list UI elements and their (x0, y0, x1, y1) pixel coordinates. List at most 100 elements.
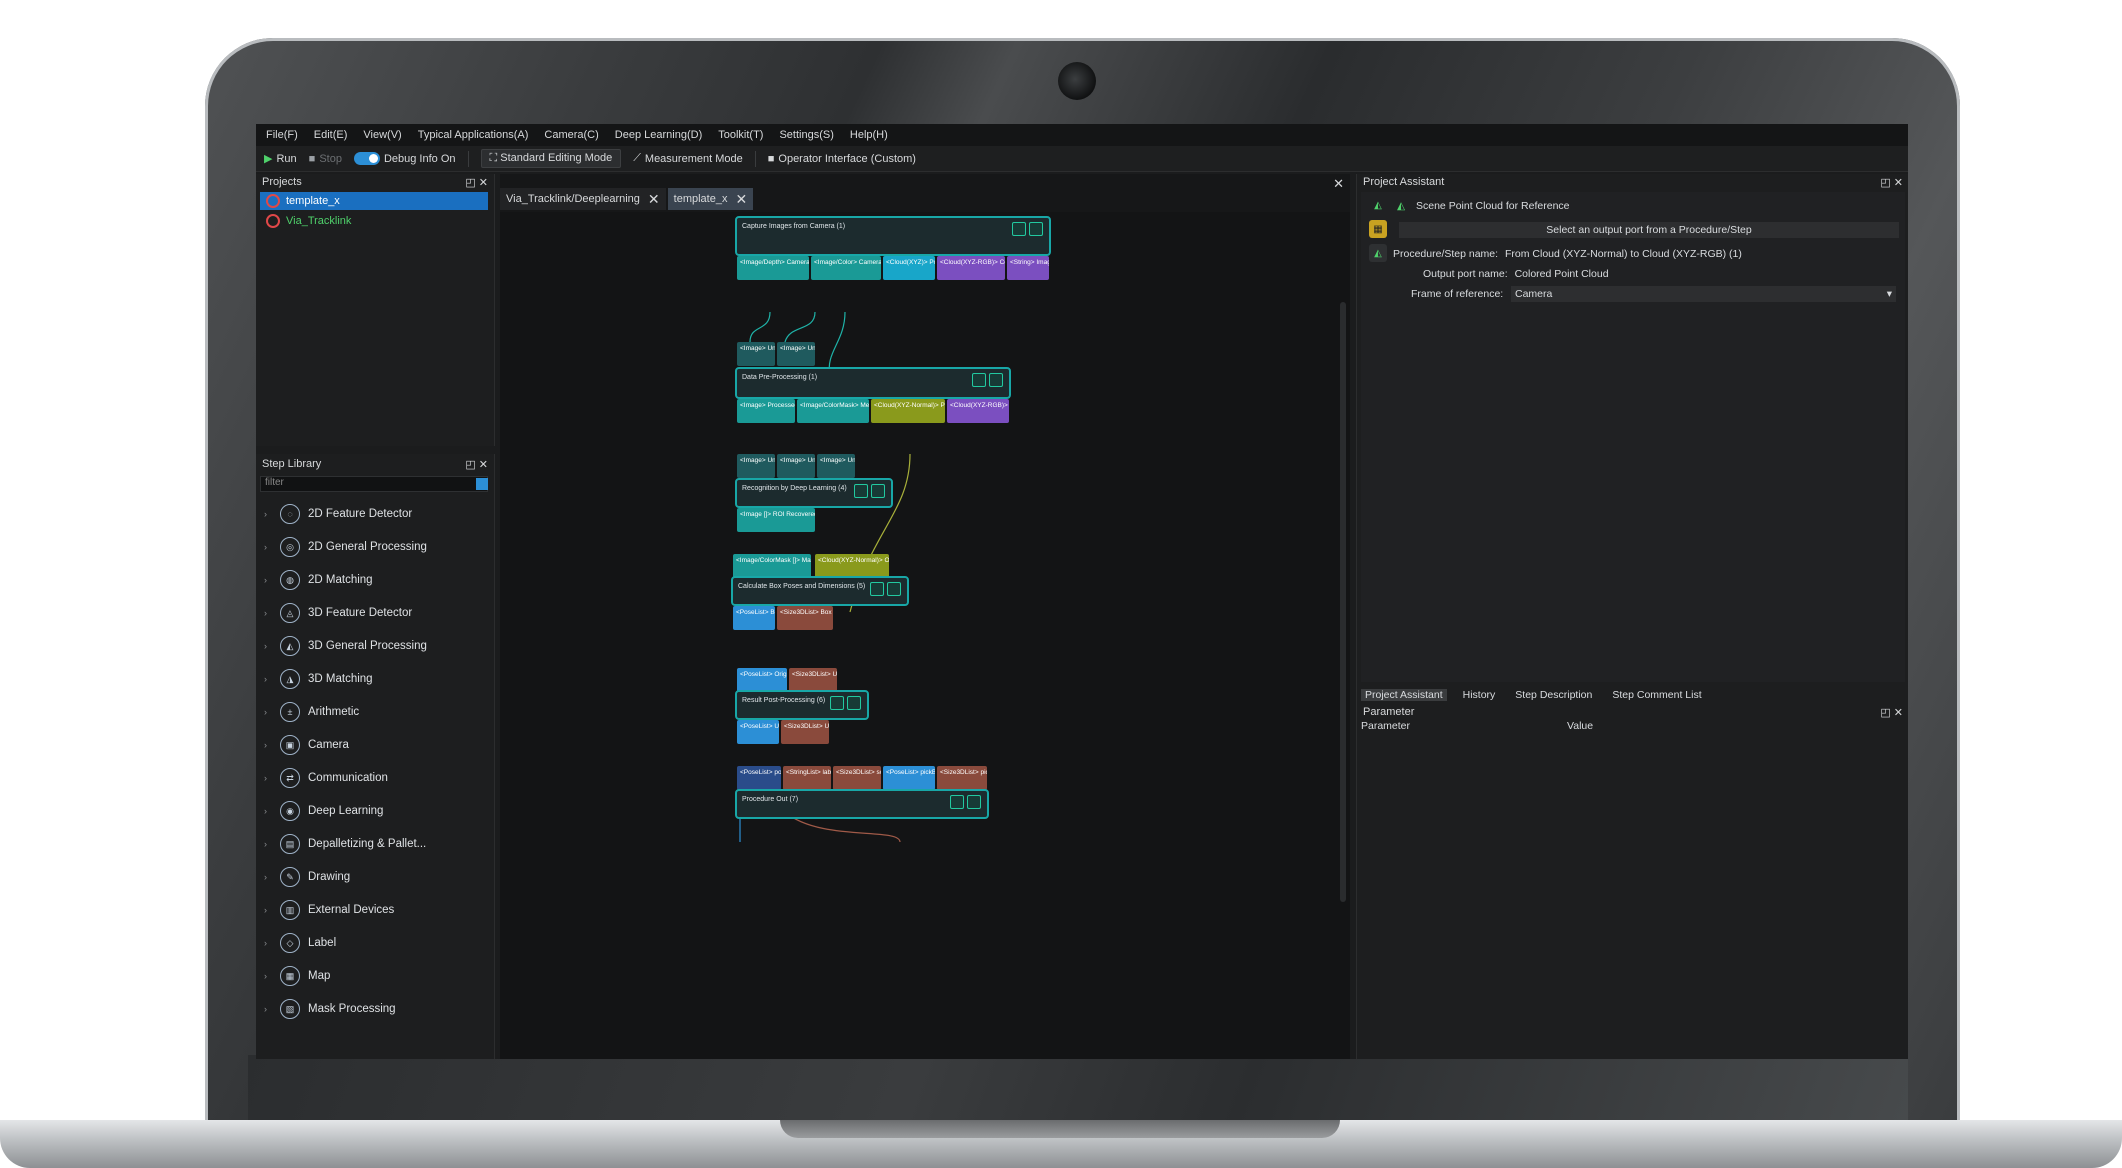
port-input-image[interactable]: <Image> Unnamed (777, 454, 815, 478)
project-item-template[interactable]: template_x (260, 192, 488, 210)
step-library-item[interactable]: › ± Arithmetic (264, 700, 359, 724)
step-icon[interactable]: ◭ (1369, 244, 1387, 262)
operator-interface-button[interactable]: ■ Operator Interface (Custom) (768, 153, 916, 165)
port-camera-color-image[interactable]: <Image/Color> Camera Color Image (811, 256, 881, 280)
port-processed-cells[interactable]: <Image> Processed Cells (737, 399, 795, 423)
port-point-cloud-in-roi[interactable]: <Cloud(XYZ-Normal)> Point Cloud in ROI (871, 399, 945, 423)
node-procedure-out[interactable]: Procedure Out (7) (735, 789, 989, 819)
debug-toggle[interactable]: Debug Info On (353, 152, 456, 165)
port-input-image[interactable]: <Image> Unnamed (817, 454, 855, 478)
step-library-item[interactable]: › ▦ Map (264, 964, 330, 988)
panel-float-close-icon[interactable]: ◰ ✕ (1880, 176, 1903, 189)
port-original-point-cloud[interactable]: <Cloud(XYZ-Normal)> Original Point Cloud (815, 554, 889, 578)
filter-icon[interactable] (476, 478, 488, 490)
menu-deep-learning[interactable]: Deep Learning(D) (615, 129, 702, 141)
step-library-item[interactable]: › ▤ Depalletizing & Pallet... (264, 832, 426, 856)
tab-step-comment-list[interactable]: Step Comment List (1608, 689, 1705, 701)
step-library-item[interactable]: › ▧ Mask Processing (264, 997, 396, 1021)
menu-camera[interactable]: Camera(C) (544, 129, 598, 141)
chevron-right-icon[interactable]: › (264, 971, 272, 981)
port-unnamed-poses[interactable]: <PoseList> Unnamed (737, 720, 779, 744)
port-unnamed-size[interactable]: <Size3DList> Unnamed (789, 668, 837, 692)
tab-project-assistant[interactable]: Project Assistant (1361, 689, 1447, 701)
step-library-item[interactable]: › ◌ 2D Feature Detector (264, 502, 412, 526)
port-box-poses[interactable]: <PoseList> Box Poses (733, 606, 775, 630)
chevron-right-icon[interactable]: › (264, 905, 272, 915)
node-pin-icon[interactable] (967, 795, 981, 809)
step-library-item[interactable]: › ◉ Deep Learning (264, 799, 383, 823)
chevron-right-icon[interactable]: › (264, 509, 272, 519)
chevron-right-icon[interactable]: › (264, 773, 272, 783)
chevron-right-icon[interactable]: › (264, 641, 272, 651)
node-pin-icon[interactable] (1029, 222, 1043, 236)
step-library-item[interactable]: › ◮ 3D Matching (264, 667, 373, 691)
select-output-port-button[interactable]: Select an output port from a Procedure/S… (1399, 222, 1899, 238)
port-input-image[interactable]: <Image> Unnamed (737, 342, 775, 366)
port-pick-box-poses[interactable]: <PoseList> pickBoxPoses (883, 766, 935, 790)
tab-via-tracklink[interactable]: Via_Tracklink/Deeplearning ✕ (500, 188, 666, 210)
panel-float-close-icon[interactable]: ◰ ✕ (465, 458, 488, 471)
port-labels[interactable]: <StringList> labels (783, 766, 831, 790)
run-button[interactable]: ▶ Run (264, 152, 297, 166)
tab-template[interactable]: template_x ✕ (667, 188, 754, 210)
step-library-item[interactable]: › ✎ Drawing (264, 865, 350, 889)
close-tab-icon[interactable]: ✕ (735, 191, 747, 208)
port-unnamed-size[interactable]: <Size3DList> Unnamed (781, 720, 829, 744)
close-tab-icon[interactable]: ✕ (648, 191, 660, 208)
chevron-right-icon[interactable]: › (264, 1004, 272, 1014)
panel-float-close-icon[interactable]: ◰ ✕ (465, 176, 488, 189)
stop-button[interactable]: ■ Stop (309, 153, 342, 165)
port-box-dimensions[interactable]: <Size3DList> Box Dimensions (777, 606, 833, 630)
node-result-post-processing[interactable]: Result Post-Processing (6) (735, 690, 869, 720)
node-capture-images[interactable]: Capture Images from Camera (1) (735, 216, 1051, 256)
port-pick-box-sizes[interactable]: <Size3DList> pickBoxSizes (937, 766, 987, 790)
node-recognition-deep-learning[interactable]: Recognition by Deep Learning (4) (735, 478, 893, 508)
scene-icon[interactable]: ◭ (1369, 196, 1387, 214)
step-library-item[interactable]: › ▣ Camera (264, 733, 349, 757)
step-library-item[interactable]: › ◭ 3D General Processing (264, 634, 427, 658)
menu-help[interactable]: Help(H) (850, 129, 888, 141)
step-library-item[interactable]: › ◇ Label (264, 931, 336, 955)
tab-step-description[interactable]: Step Description (1511, 689, 1596, 701)
graph-canvas[interactable]: Capture Images from Camera (1) <Image/De… (500, 212, 1350, 1059)
port-input-image[interactable]: <Image> Unnamed (777, 342, 815, 366)
toolbox-icon[interactable]: ▦ (1369, 220, 1387, 238)
node-pin-icon[interactable] (887, 582, 901, 596)
chevron-right-icon[interactable]: › (264, 806, 272, 816)
node-pin-icon[interactable] (847, 696, 861, 710)
port-scenes[interactable]: <Size3DList> scenes (833, 766, 881, 790)
menu-toolkit[interactable]: Toolkit(T) (718, 129, 763, 141)
chevron-right-icon[interactable]: › (264, 839, 272, 849)
node-info-icon[interactable] (870, 582, 884, 596)
chevron-right-icon[interactable]: › (264, 707, 272, 717)
menu-settings[interactable]: Settings(S) (779, 129, 833, 141)
measurement-mode-button[interactable]: ⟋ Measurement Mode (633, 152, 743, 165)
port-poses[interactable]: <PoseList> poses (737, 766, 781, 790)
step-library-item[interactable]: › ◎ 2D General Processing (264, 535, 427, 559)
step-library-item[interactable]: › ▥ External Devices (264, 898, 394, 922)
vertical-scrollbar[interactable] (1340, 302, 1346, 902)
port-colored-point-cloud[interactable]: <Cloud(XYZ-RGB)> Colored Point Cloud (937, 256, 1005, 280)
node-calculate-box-poses[interactable]: Calculate Box Poses and Dimensions (5) (731, 576, 909, 606)
node-pin-icon[interactable] (989, 373, 1003, 387)
port-point-cloud[interactable]: <Cloud(XYZ)> Point Cloud (883, 256, 935, 280)
chevron-right-icon[interactable]: › (264, 872, 272, 882)
menu-view[interactable]: View(V) (363, 129, 401, 141)
menu-file[interactable]: File(F) (266, 129, 298, 141)
menu-edit[interactable]: Edit(E) (314, 129, 348, 141)
chevron-right-icon[interactable]: › (264, 575, 272, 585)
chevron-right-icon[interactable]: › (264, 542, 272, 552)
step-filter-input[interactable]: filter (260, 476, 488, 492)
chevron-right-icon[interactable]: › (264, 740, 272, 750)
node-data-preprocessing[interactable]: Data Pre-Processing (1) (735, 367, 1011, 399)
node-info-icon[interactable] (830, 696, 844, 710)
panel-float-close-icon[interactable]: ◰ ✕ (1880, 706, 1903, 719)
chevron-right-icon[interactable]: › (264, 938, 272, 948)
node-info-icon[interactable] (950, 795, 964, 809)
port-colored-point-cloud[interactable]: <Cloud(XYZ-RGB)> Colored Point Cloud (947, 399, 1009, 423)
frame-of-reference-select[interactable]: Camera ▾ (1511, 286, 1896, 302)
port-roi-recovered-images[interactable]: <Image []> ROI Recovered Images (737, 508, 815, 532)
standard-editing-mode-button[interactable]: ⛶ Standard Editing Mode (480, 149, 622, 168)
step-library-item[interactable]: › ⇄ Communication (264, 766, 388, 790)
step-library-item[interactable]: › ◍ 2D Matching (264, 568, 373, 592)
